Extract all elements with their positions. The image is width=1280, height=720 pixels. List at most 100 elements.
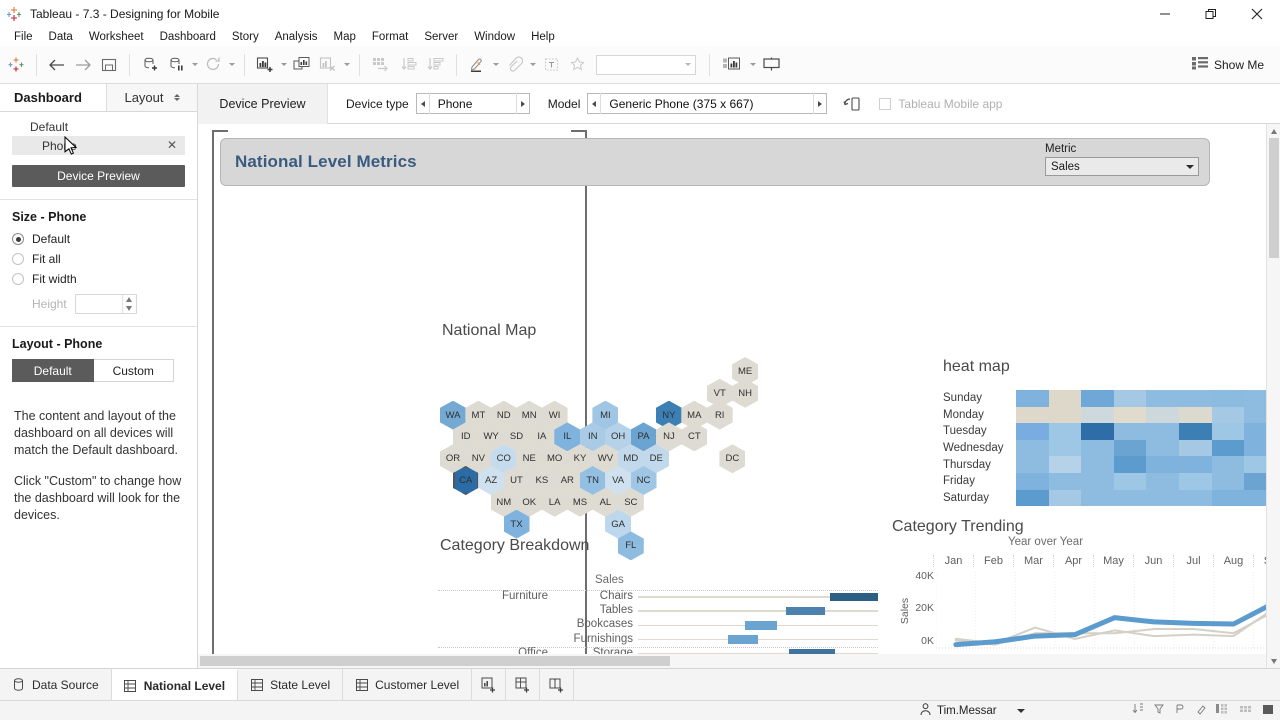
heat-map-cell[interactable]	[1081, 439, 1114, 457]
heat-map-cell[interactable]	[1016, 406, 1049, 424]
heat-map-cell[interactable]	[1113, 406, 1147, 424]
heat-map-cell[interactable]	[1178, 472, 1212, 490]
filter-status-icon[interactable]	[1153, 702, 1165, 720]
highlight-dropdown-icon[interactable]	[490, 52, 501, 78]
next-arrow-icon[interactable]	[517, 101, 529, 107]
heat-map-cell[interactable]	[1016, 472, 1049, 490]
restore-icon[interactable]	[1188, 0, 1234, 28]
menu-window[interactable]: Window	[466, 30, 523, 44]
heat-map-cell[interactable]	[1048, 423, 1082, 440]
highlight-icon[interactable]	[464, 52, 490, 78]
heat-map-cell[interactable]	[1081, 472, 1114, 490]
fit-selector[interactable]	[596, 54, 696, 75]
heat-map-cell[interactable]	[1081, 390, 1114, 407]
heat-map-cell[interactable]	[1016, 423, 1049, 440]
heat-map-grid[interactable]	[1016, 390, 1280, 507]
heat-map-cell[interactable]	[1113, 456, 1147, 473]
size-option-fit-width[interactable]: Fit width	[12, 272, 185, 286]
minimize-icon[interactable]	[1142, 0, 1188, 28]
heat-map-cell[interactable]	[1016, 439, 1049, 457]
grid-view-icon[interactable]	[1216, 702, 1230, 720]
layout-custom-button[interactable]: Custom	[93, 359, 174, 382]
refresh-data-source-icon[interactable]	[200, 52, 226, 78]
menu-analysis[interactable]: Analysis	[267, 30, 326, 44]
heat-map-cell[interactable]	[1211, 439, 1245, 457]
new-sheet-dropdown-icon[interactable]	[278, 52, 289, 78]
trending-panel[interactable]: Sales 40K 20K 0K	[892, 570, 1280, 650]
hex-state-ri[interactable]: RI	[706, 400, 733, 430]
show-me-dropdown-icon[interactable]	[747, 52, 758, 78]
heat-map-cell[interactable]	[1081, 456, 1114, 473]
heat-map-cell[interactable]	[1211, 489, 1245, 507]
metric-filter-select[interactable]: Sales	[1045, 157, 1199, 176]
model-select[interactable]: Generic Phone (375 x 667)	[587, 93, 828, 114]
heat-map-cell[interactable]	[1178, 390, 1212, 407]
list-view-icon[interactable]	[1239, 702, 1253, 720]
heat-map-cell[interactable]	[1016, 489, 1049, 507]
heat-map-cell[interactable]	[1178, 423, 1212, 440]
pause-data-updates-icon[interactable]	[163, 52, 189, 78]
vertical-scroll-thumb[interactable]	[1269, 138, 1279, 258]
menu-server[interactable]: Server	[416, 30, 466, 44]
layout-default-button[interactable]: Default	[12, 359, 94, 382]
heat-map-cell[interactable]	[1146, 423, 1179, 440]
menu-map[interactable]: Map	[326, 30, 364, 44]
text-box-icon[interactable]	[538, 52, 564, 78]
new-worksheet-icon[interactable]	[472, 669, 507, 700]
heat-map-cell[interactable]	[1146, 456, 1179, 473]
new-data-source-icon[interactable]	[137, 52, 163, 78]
tab-dashboard[interactable]: Dashboard	[0, 84, 106, 111]
menu-file[interactable]: File	[6, 30, 41, 44]
refresh-dropdown-icon[interactable]	[226, 52, 237, 78]
menu-story[interactable]: Story	[224, 30, 267, 44]
hex-state-ct[interactable]: CT	[681, 422, 708, 452]
category-breakdown-row[interactable]: Tables	[438, 604, 878, 618]
user-menu[interactable]: Tim.Messar	[920, 702, 1025, 719]
heat-map-cell[interactable]	[1048, 390, 1082, 407]
size-option-default[interactable]: Default	[12, 232, 185, 246]
heat-map-cell[interactable]	[1178, 406, 1212, 424]
height-input[interactable]	[74, 294, 137, 314]
swap-rows-columns-icon[interactable]	[367, 52, 397, 78]
show-me-button[interactable]: Show Me	[1191, 56, 1280, 73]
tab-data-source[interactable]: Data Source	[0, 669, 112, 700]
category-breakdown-row[interactable]: Furniture Chairs	[438, 590, 878, 604]
heat-map-cell[interactable]	[1178, 489, 1212, 507]
presentation-mode-icon[interactable]	[758, 52, 784, 78]
scroll-up-icon[interactable]	[1267, 124, 1280, 138]
clear-dropdown-icon[interactable]	[341, 52, 352, 78]
heat-map-cell[interactable]	[1178, 439, 1212, 457]
fit-dropdown-icon[interactable]	[527, 52, 538, 78]
sort-status-icon[interactable]	[1132, 702, 1144, 720]
presentation-fit-icon[interactable]	[501, 52, 527, 78]
heat-map-cell[interactable]	[1113, 489, 1147, 507]
fix-axes-icon[interactable]	[564, 52, 590, 78]
category-breakdown-row[interactable]: Furnishings	[438, 633, 878, 647]
category-bar[interactable]	[785, 606, 826, 616]
heat-map-cell[interactable]	[1211, 390, 1245, 407]
scroll-down-icon[interactable]	[1267, 654, 1280, 668]
heat-map-cell[interactable]	[1113, 472, 1147, 490]
new-story-icon[interactable]	[540, 669, 575, 700]
new-dashboard-icon[interactable]	[506, 669, 541, 700]
size-option-fit-all[interactable]: Fit all	[12, 252, 185, 266]
prev-arrow-icon[interactable]	[417, 101, 429, 107]
close-icon[interactable]: ✕	[167, 138, 177, 152]
heat-map-cell[interactable]	[1146, 472, 1179, 490]
trending-plot-area[interactable]	[936, 572, 1280, 650]
heat-map-cell[interactable]	[1048, 489, 1082, 507]
device-preview-button[interactable]: Device Preview	[12, 165, 185, 187]
heat-map-cell[interactable]	[1146, 390, 1179, 407]
heat-map-cell[interactable]	[1211, 472, 1245, 490]
sort-descending-icon[interactable]	[423, 52, 449, 78]
hex-state-nh[interactable]: NH	[732, 378, 759, 408]
heat-map-cell[interactable]	[1113, 423, 1147, 440]
checkbox-icon[interactable]	[879, 97, 892, 110]
heat-map-cell[interactable]	[1146, 489, 1179, 507]
save-icon[interactable]	[96, 52, 122, 78]
dashboard-canvas[interactable]: National Level Metrics Metric Sales Nati…	[198, 124, 1280, 668]
rotate-device-icon[interactable]	[841, 93, 863, 115]
category-bar[interactable]	[728, 635, 758, 644]
heat-map-cell[interactable]	[1016, 390, 1049, 407]
heat-map-cell[interactable]	[1146, 406, 1179, 424]
